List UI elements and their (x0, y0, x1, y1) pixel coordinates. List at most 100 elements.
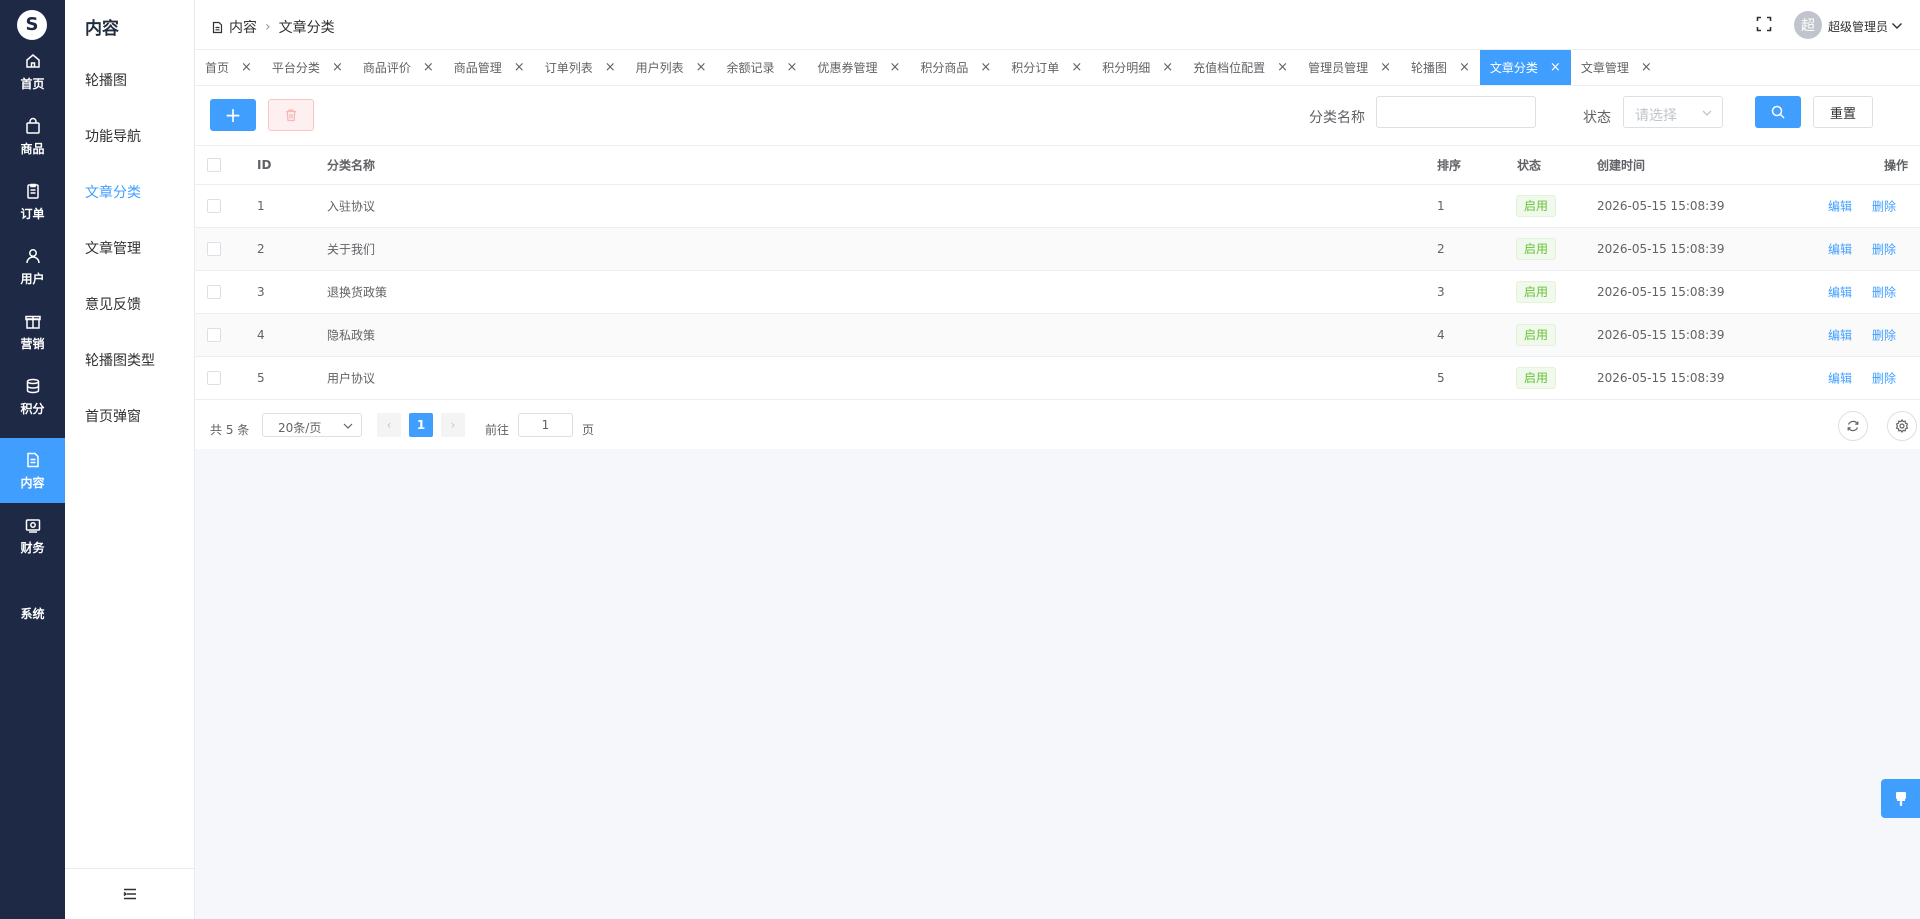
goto-label: 前往 (485, 423, 510, 437)
edit-button[interactable]: 编辑 (1828, 370, 1852, 387)
status-select[interactable]: 请选择 (1623, 96, 1723, 128)
delete-button[interactable]: 删除 (1872, 327, 1896, 344)
prev-page-button[interactable]: ‹ (377, 413, 401, 437)
tab-user-list[interactable]: 用户列表 × (626, 50, 717, 85)
close-icon[interactable]: × (787, 60, 798, 75)
tab-points-products[interactable]: 积分商品 × (910, 50, 1001, 85)
tab-platform-category[interactable]: 平台分类 × (262, 50, 353, 85)
user-name[interactable]: 超级管理员 (1828, 18, 1888, 35)
column-id: ID (257, 158, 272, 172)
nav-item-orders[interactable]: 订单 (0, 169, 65, 234)
page-number-current[interactable]: 1 (409, 413, 433, 437)
category-name-input[interactable] (1376, 96, 1536, 128)
close-icon[interactable]: × (1162, 60, 1173, 75)
row-id: 4 (257, 328, 265, 342)
page-size-select[interactable]: 20条/页 (262, 413, 362, 437)
tab-points-details[interactable]: 积分明细 × (1092, 50, 1183, 85)
avatar[interactable]: 超 (1794, 11, 1822, 39)
edit-button[interactable]: 编辑 (1828, 241, 1852, 258)
nav-item-system[interactable]: 系统 (0, 581, 65, 646)
submenu-item-article-management[interactable]: 文章管理 (85, 238, 141, 258)
edit-button[interactable]: 编辑 (1828, 284, 1852, 301)
close-icon[interactable]: × (1459, 60, 1470, 75)
pagination: 共 5 条 20条/页 ‹ 1 › 前往 1 页 (195, 409, 1920, 449)
tab-banner[interactable]: 轮播图 × (1401, 50, 1480, 85)
tab-admin-management[interactable]: 管理员管理 × (1298, 50, 1401, 85)
refresh-button[interactable] (1838, 411, 1868, 441)
filter-status-label: 状态 (1583, 110, 1611, 126)
close-icon[interactable]: × (696, 60, 707, 75)
goto-page-input[interactable]: 1 (518, 413, 573, 437)
chevron-down-icon[interactable] (1891, 20, 1903, 32)
add-button[interactable]: + (210, 99, 256, 131)
tab-points-orders[interactable]: 积分订单 × (1001, 50, 1092, 85)
page-size-value: 20条/页 (278, 421, 322, 435)
breadcrumb-item-content[interactable]: 内容 (229, 17, 257, 37)
row-checkbox[interactable] (207, 199, 221, 213)
close-icon[interactable]: × (514, 60, 525, 75)
delete-button[interactable]: 删除 (1872, 284, 1896, 301)
gift-icon (24, 315, 41, 329)
clipboard-icon (26, 183, 39, 199)
tab-article-category[interactable]: 文章分类 × (1479, 50, 1571, 85)
tab-order-list[interactable]: 订单列表 × (535, 50, 626, 85)
nav-item-users[interactable]: 用户 (0, 234, 65, 299)
tab-product-management[interactable]: 商品管理 × (444, 50, 535, 85)
close-icon[interactable]: × (1277, 60, 1288, 75)
breadcrumb-separator-icon: › (265, 19, 271, 35)
close-icon[interactable]: × (1641, 60, 1652, 75)
submenu-item-home-popup[interactable]: 首页弹窗 (85, 406, 141, 426)
row-name: 隐私政策 (327, 328, 376, 343)
row-checkbox[interactable] (207, 242, 221, 256)
submenu-item-feedback[interactable]: 意见反馈 (85, 294, 141, 314)
close-icon[interactable]: × (1550, 60, 1561, 75)
theme-settings-button[interactable] (1881, 779, 1920, 818)
tab-recharge-config[interactable]: 充值档位配置 × (1183, 50, 1298, 85)
submenu-item-function-nav[interactable]: 功能导航 (85, 126, 141, 146)
row-sort: 2 (1437, 242, 1445, 256)
tab-coupon-management[interactable]: 优惠券管理 × (807, 50, 910, 85)
row-checkbox[interactable] (207, 285, 221, 299)
close-icon[interactable]: × (241, 60, 252, 75)
close-icon[interactable]: × (605, 60, 616, 75)
tab-balance-records[interactable]: 余额记录 × (717, 50, 808, 85)
edit-button[interactable]: 编辑 (1828, 327, 1852, 344)
delete-button[interactable]: 删除 (1872, 241, 1896, 258)
close-icon[interactable]: × (423, 60, 434, 75)
close-icon[interactable]: × (1380, 60, 1391, 75)
menu-fold-icon (122, 888, 136, 900)
settings-button[interactable] (1887, 411, 1917, 441)
close-icon[interactable]: × (1071, 60, 1082, 75)
row-checkbox[interactable] (207, 371, 221, 385)
nav-item-goods[interactable]: 商品 (0, 104, 65, 169)
fullscreen-icon[interactable] (1756, 16, 1772, 32)
tab-article-management[interactable]: 文章管理 × (1571, 50, 1662, 85)
nav-item-finance[interactable]: 财务 (0, 503, 65, 568)
submenu-item-banner[interactable]: 轮播图 (85, 70, 127, 90)
close-icon[interactable]: × (332, 60, 343, 75)
submenu-item-article-category[interactable]: 文章分类 (85, 182, 141, 202)
delete-button[interactable]: 删除 (1872, 198, 1896, 215)
app-logo[interactable]: S (17, 10, 47, 40)
nav-item-home[interactable]: 首页 (0, 39, 65, 104)
close-icon[interactable]: × (980, 60, 991, 75)
close-icon[interactable]: × (889, 60, 900, 75)
edit-button[interactable]: 编辑 (1828, 198, 1852, 215)
nav-item-marketing[interactable]: 营销 (0, 299, 65, 364)
document-icon (26, 452, 39, 467)
tab-home[interactable]: 首页 × (195, 50, 262, 85)
row-checkbox[interactable] (207, 328, 221, 342)
tab-product-reviews[interactable]: 商品评价 × (353, 50, 444, 85)
collapse-menu-button[interactable] (65, 868, 194, 919)
delete-button[interactable]: 删除 (1872, 370, 1896, 387)
nav-item-content[interactable]: 内容 (0, 438, 65, 503)
select-all-checkbox[interactable] (207, 158, 221, 172)
next-page-button[interactable]: › (441, 413, 465, 437)
reset-button[interactable]: 重置 (1813, 96, 1873, 128)
coins-icon (26, 378, 39, 393)
submenu-item-banner-type[interactable]: 轮播图类型 (85, 350, 155, 370)
search-button[interactable] (1755, 96, 1801, 128)
nav-item-points[interactable]: 积分 (0, 364, 65, 429)
batch-delete-button[interactable] (268, 99, 314, 131)
breadcrumb: 内容 › 文章分类 (211, 17, 335, 37)
